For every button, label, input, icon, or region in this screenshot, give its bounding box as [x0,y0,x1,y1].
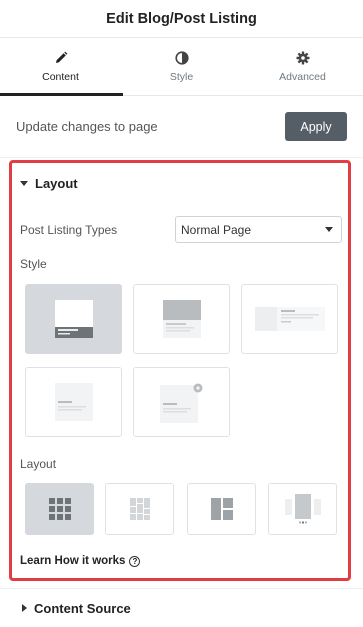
layout-option-3[interactable] [187,483,256,535]
split-grid-icon [210,498,233,520]
layout-option-4[interactable] [268,483,337,535]
tab-content[interactable]: Content [0,38,121,95]
tab-bar: Content Style Advanced [0,38,363,96]
style-text-card-icon [54,383,93,421]
style-image-top-icon [162,300,201,338]
chevron-down-icon [325,227,333,232]
caret-right-icon [22,604,27,612]
style-option-1[interactable] [25,284,122,354]
layout-option-1[interactable] [25,483,94,535]
update-bar: Update changes to page Apply [0,96,363,158]
style-option-5[interactable] [133,367,230,437]
tab-advanced[interactable]: Advanced [242,38,363,95]
gear-icon [296,51,309,64]
tab-content-label: Content [42,70,79,83]
style-text-card-avatar-icon [159,383,202,423]
question-circle-icon: ? [129,555,141,567]
tab-advanced-label: Advanced [279,70,326,83]
layout-section: Layout Post Listing Types Normal Page St… [9,160,351,581]
carousel-icon [284,494,321,524]
contrast-icon [174,50,189,65]
panel-title: Edit Blog/Post Listing [106,10,257,27]
post-listing-types-row: Post Listing Types Normal Page [20,216,342,243]
grid-3x3-icon [48,498,71,520]
panel-header: Edit Blog/Post Listing [0,0,363,38]
masonry-grid-icon [129,498,150,520]
apply-button[interactable]: Apply [285,112,347,141]
post-listing-types-label: Post Listing Types [20,222,118,237]
style-option-3[interactable] [241,284,338,354]
caret-down-icon [20,180,28,186]
style-label: Style [20,257,47,271]
content-source-header[interactable]: Content Source [0,589,363,627]
layout-option-2[interactable] [105,483,174,535]
layout-label: Layout [20,457,57,471]
layout-section-header[interactable]: Layout [12,163,348,203]
style-option-4[interactable] [25,367,122,437]
style-card-thumbnail-icon [54,300,93,338]
content-source-section: Content Source [0,588,363,627]
tab-style[interactable]: Style [121,38,242,95]
post-listing-types-select[interactable]: Normal Page [175,216,342,243]
layout-section-title: Layout [35,175,78,191]
update-text: Update changes to page [16,119,158,134]
post-listing-types-value: Normal Page [181,222,252,237]
style-image-left-icon [254,307,325,331]
learn-how-link[interactable]: Learn How it works ? [20,555,141,567]
content-source-title: Content Source [34,600,131,616]
learn-how-label: Learn How it works [20,555,126,567]
pencil-icon [55,51,67,63]
tab-style-label: Style [169,70,194,83]
style-option-2[interactable] [133,284,230,354]
